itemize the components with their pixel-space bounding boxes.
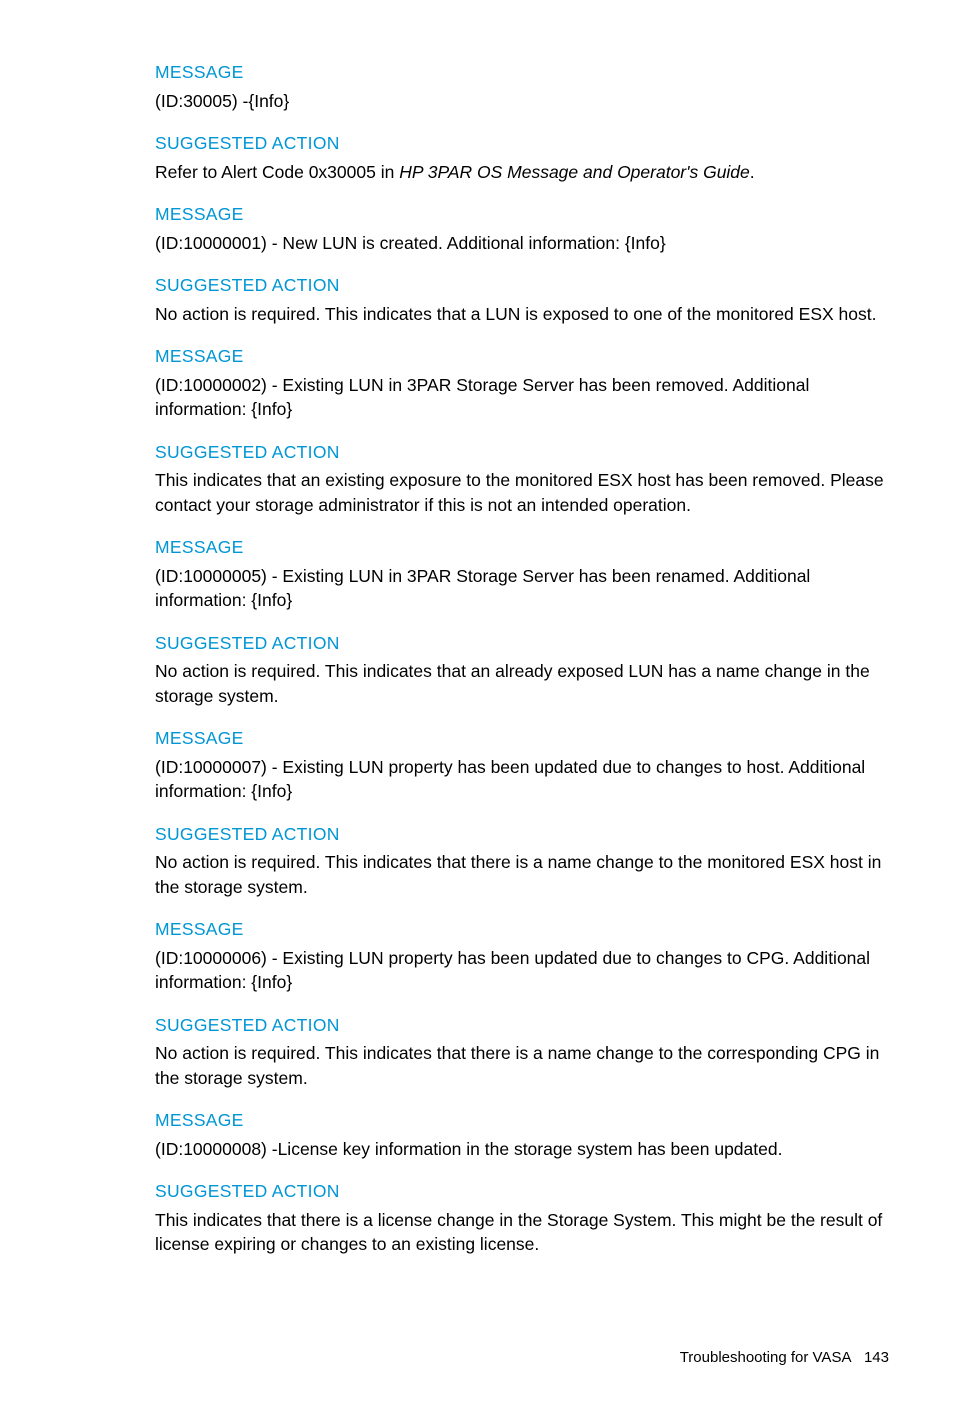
suggested-action-heading: SUGGESTED ACTION xyxy=(155,1013,904,1038)
section-body: No action is required. This indicates th… xyxy=(155,659,904,708)
body-text-prefix: Refer to Alert Code 0x30005 in xyxy=(155,162,399,182)
message-heading: MESSAGE xyxy=(155,1108,904,1133)
body-text-italic: HP 3PAR OS Message and Operator's Guide xyxy=(399,162,750,182)
section-body: (ID:10000005) - Existing LUN in 3PAR Sto… xyxy=(155,564,904,613)
suggested-action-heading: SUGGESTED ACTION xyxy=(155,440,904,465)
section-body: This indicates that an existing exposure… xyxy=(155,468,904,517)
message-heading: MESSAGE xyxy=(155,202,904,227)
message-heading: MESSAGE xyxy=(155,535,904,560)
footer-title: Troubleshooting for VASA xyxy=(680,1349,852,1366)
footer-page-number: 143 xyxy=(864,1349,889,1366)
section-body: (ID:10000001) - New LUN is created. Addi… xyxy=(155,231,904,256)
document-content: MESSAGE (ID:30005) -{Info} SUGGESTED ACTIO… xyxy=(155,60,904,1257)
suggested-action-heading: SUGGESTED ACTION xyxy=(155,273,904,298)
section-body: No action is required. This indicates th… xyxy=(155,1041,904,1090)
section-body: (ID:10000007) - Existing LUN property ha… xyxy=(155,755,904,804)
body-text-suffix: . xyxy=(750,162,755,182)
section-body: (ID:10000006) - Existing LUN property ha… xyxy=(155,946,904,995)
suggested-action-heading: SUGGESTED ACTION xyxy=(155,131,904,156)
section-body: (ID:30005) -{Info} xyxy=(155,89,904,114)
section-body: (ID:10000008) -License key information i… xyxy=(155,1137,904,1162)
message-heading: MESSAGE xyxy=(155,344,904,369)
message-heading: MESSAGE xyxy=(155,60,904,85)
suggested-action-heading: SUGGESTED ACTION xyxy=(155,822,904,847)
section-body: (ID:10000002) - Existing LUN in 3PAR Sto… xyxy=(155,373,904,422)
message-heading: MESSAGE xyxy=(155,917,904,942)
suggested-action-heading: SUGGESTED ACTION xyxy=(155,1179,904,1204)
suggested-action-heading: SUGGESTED ACTION xyxy=(155,631,904,656)
section-body: This indicates that there is a license c… xyxy=(155,1208,904,1257)
section-body: Refer to Alert Code 0x30005 in HP 3PAR O… xyxy=(155,160,904,185)
page-footer: Troubleshooting for VASA 143 xyxy=(155,1347,904,1368)
section-body: No action is required. This indicates th… xyxy=(155,302,904,327)
section-body: No action is required. This indicates th… xyxy=(155,850,904,899)
message-heading: MESSAGE xyxy=(155,726,904,751)
